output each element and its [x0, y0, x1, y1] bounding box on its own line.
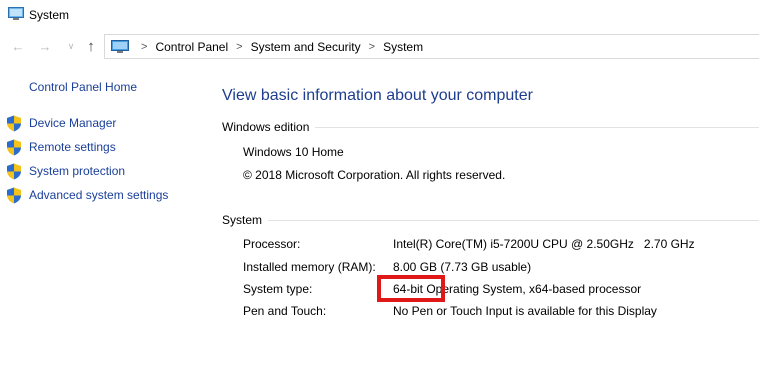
- installed-memory-label: Installed memory (RAM):: [243, 260, 376, 274]
- recent-locations-chevron-icon[interactable]: ∨: [62, 37, 80, 55]
- windows-edition-section-header: Windows edition: [222, 120, 759, 134]
- control-panel-home-link[interactable]: Control Panel Home: [29, 80, 137, 94]
- section-divider: [268, 219, 759, 221]
- shield-icon: [7, 187, 21, 203]
- sidebar-item-advanced-system-settings[interactable]: Advanced system settings: [6, 186, 168, 204]
- window-title: System: [29, 8, 70, 22]
- sidebar-item-label: System protection: [29, 164, 126, 178]
- control-panel-icon: [111, 39, 129, 53]
- forward-arrow-icon[interactable]: →: [36, 37, 54, 55]
- pen-and-touch-label: Pen and Touch:: [243, 304, 327, 318]
- sidebar-item-label: Remote settings: [29, 140, 116, 154]
- breadcrumb-separator: >: [141, 40, 148, 53]
- main-content: View basic information about your comput…: [222, 0, 759, 367]
- edition-name: Windows 10 Home: [243, 145, 344, 159]
- sidebar-item-system-protection[interactable]: System protection: [6, 162, 125, 180]
- processor-value: Intel(R) Core(TM) i5-7200U CPU @ 2.50GHz…: [393, 237, 695, 251]
- system-section-header: System: [222, 213, 759, 227]
- sidebar-item-device-manager[interactable]: Device Manager: [6, 114, 116, 132]
- breadcrumb-control-panel[interactable]: Control Panel: [155, 40, 228, 54]
- section-header-label: Windows edition: [222, 120, 310, 134]
- shield-icon: [7, 163, 21, 179]
- back-arrow-icon[interactable]: ←: [9, 37, 27, 55]
- section-header-label: System: [222, 213, 263, 227]
- processor-label: Processor:: [243, 237, 301, 251]
- system-type-value: 64-bit Operating System, x64-based proce…: [393, 282, 642, 296]
- installed-memory-value: 8.00 GB (7.73 GB usable): [393, 260, 532, 274]
- sidebar-item-label: Advanced system settings: [29, 188, 169, 202]
- sidebar-item-label: Device Manager: [29, 116, 117, 130]
- system-monitor-icon: [8, 7, 24, 20]
- up-arrow-icon[interactable]: ↑: [82, 37, 100, 55]
- system-type-label: System type:: [243, 282, 313, 296]
- section-divider: [315, 126, 759, 128]
- page-title: View basic information about your comput…: [222, 87, 533, 104]
- shield-icon: [7, 115, 21, 131]
- sidebar-item-remote-settings[interactable]: Remote settings: [6, 138, 116, 156]
- shield-icon: [7, 139, 21, 155]
- pen-and-touch-value: No Pen or Touch Input is available for t…: [393, 304, 657, 318]
- copyright-text: © 2018 Microsoft Corporation. All rights…: [243, 168, 506, 182]
